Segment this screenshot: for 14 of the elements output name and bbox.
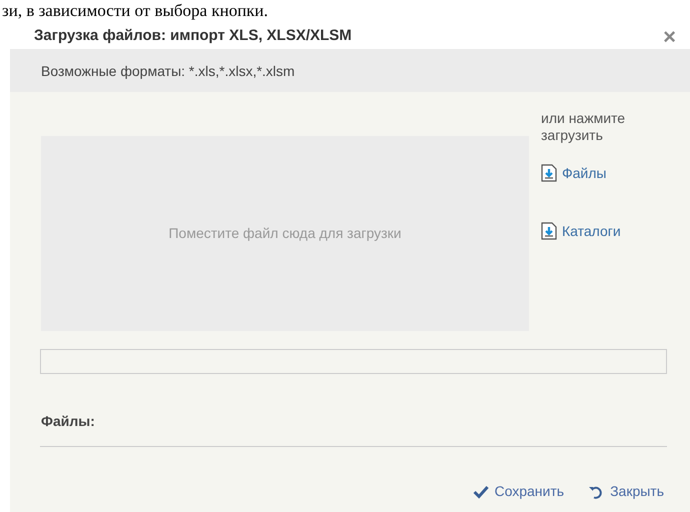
- files-label: Файлы:: [41, 412, 96, 431]
- formats-note: Возможные форматы: *.xls,*.xlsx,*.xlsm: [10, 49, 690, 92]
- save-button[interactable]: Сохранить: [472, 481, 564, 502]
- close-button[interactable]: Закрыть: [588, 481, 664, 502]
- download-icon: [541, 222, 557, 240]
- dialog-title: Загрузка файлов: импорт XLS, XLSX/XLSM: [34, 26, 352, 46]
- undo-icon: [588, 484, 604, 498]
- upload-hint: или нажмите загрузить: [541, 110, 626, 144]
- close-button[interactable]: ×: [659, 28, 680, 46]
- upload-link[interactable]: Каталоги: [541, 222, 669, 240]
- upload-link[interactable]: Файлы: [541, 164, 669, 182]
- checkmark-icon: [472, 484, 488, 498]
- background-text: зи, в зависимости от выбора кнопки.: [2, 1, 268, 21]
- download-icon: [541, 164, 557, 182]
